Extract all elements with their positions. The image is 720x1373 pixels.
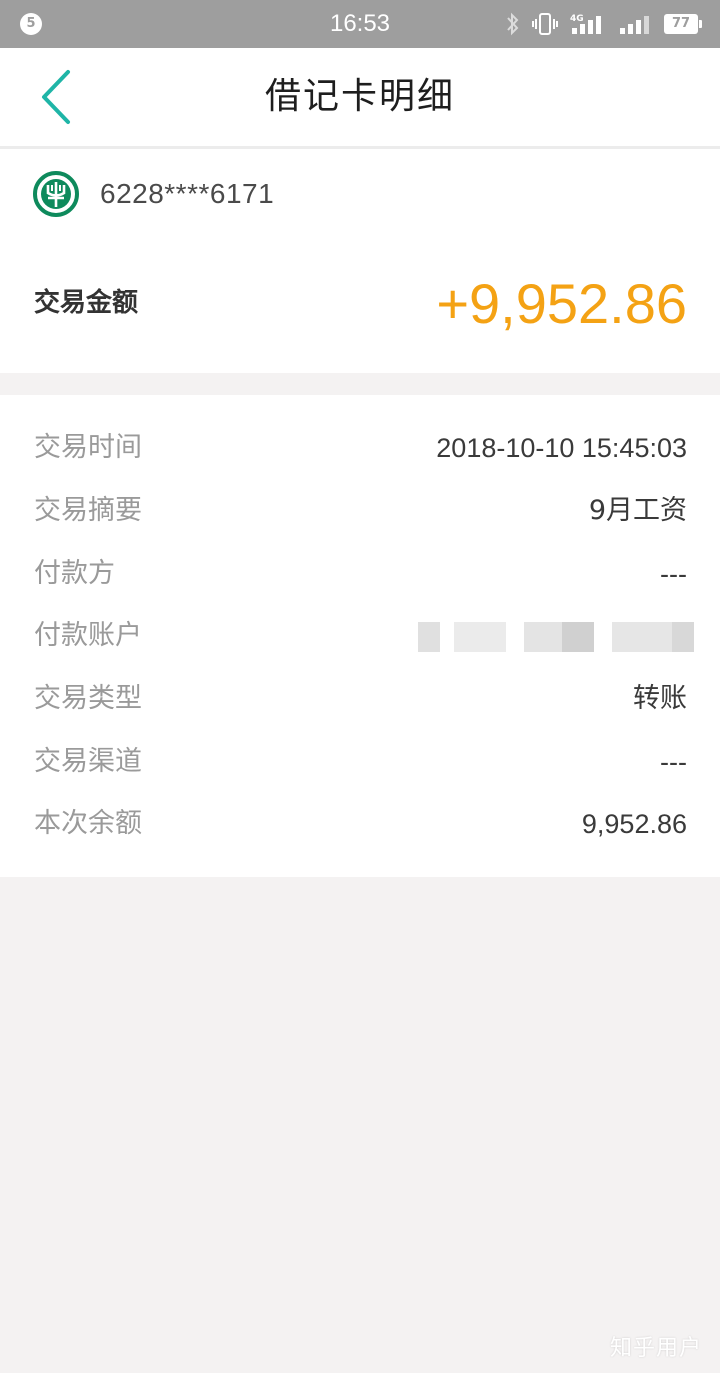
detail-label: 交易摘要 bbox=[34, 495, 142, 526]
bluetooth-icon bbox=[507, 12, 519, 36]
vibrate-icon bbox=[532, 13, 558, 35]
detail-label: 交易时间 bbox=[34, 432, 142, 463]
detail-label: 付款账户 bbox=[34, 620, 142, 651]
battery-icon: 77 bbox=[664, 14, 702, 34]
detail-label: 交易类型 bbox=[34, 683, 142, 714]
detail-row-channel: 交易渠道 --- bbox=[0, 740, 720, 784]
amount-label: 交易金额 bbox=[34, 288, 139, 318]
detail-row-payer: 付款方 --- bbox=[0, 552, 720, 596]
details-card: 交易时间 2018-10-10 15:45:03 交易摘要 9月工资 付款方 -… bbox=[0, 395, 720, 877]
watermark: 知乎用户 bbox=[609, 1336, 702, 1361]
detail-row-balance: 本次余额 9,952.86 bbox=[0, 802, 720, 846]
nav-bar: 借记卡明细 bbox=[0, 48, 720, 149]
detail-value: --- bbox=[660, 559, 687, 589]
detail-row-summary: 交易摘要 9月工资 bbox=[0, 489, 720, 533]
detail-value: 2018-10-10 15:45:03 bbox=[436, 433, 687, 463]
detail-row-time: 交易时间 2018-10-10 15:45:03 bbox=[0, 426, 720, 470]
signal-icon bbox=[620, 16, 649, 34]
status-icons: 4G 77 bbox=[506, 10, 702, 38]
detail-label: 付款方 bbox=[34, 558, 115, 589]
amount-value: +9,952.86 bbox=[436, 272, 687, 335]
detail-row-type: 交易类型 转账 bbox=[0, 677, 720, 721]
detail-row-payer-account: 付款账户 bbox=[0, 614, 720, 658]
detail-label: 本次余额 bbox=[34, 808, 142, 839]
detail-value: 9,952.86 bbox=[581, 809, 687, 839]
detail-value: 9月工资 bbox=[588, 495, 687, 526]
detail-value: --- bbox=[660, 747, 687, 777]
blurred-account-value bbox=[418, 618, 700, 654]
signal-4g-icon: 4G bbox=[570, 14, 601, 34]
page-title: 借记卡明细 bbox=[264, 76, 455, 117]
card-number: 6228****6171 bbox=[100, 178, 275, 209]
detail-value: 转账 bbox=[633, 683, 687, 714]
agricultural-bank-logo-icon bbox=[33, 171, 79, 217]
network-label: 4G bbox=[570, 14, 584, 24]
detail-label: 交易渠道 bbox=[34, 746, 142, 777]
summary-card: 6228****6171 交易金额 +9,952.86 bbox=[0, 149, 720, 373]
status-bar: 5 16:53 4G 77 bbox=[0, 0, 720, 48]
